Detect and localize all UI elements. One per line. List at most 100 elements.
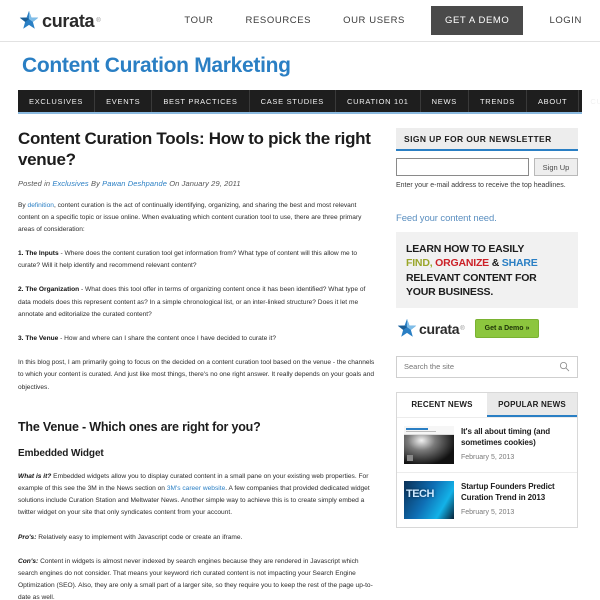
thumbnail-header-strip (404, 425, 454, 435)
newsletter-form: Sign Up (396, 158, 578, 176)
article-point-2: 2. The Organization - What does this too… (18, 284, 376, 321)
newsletter-heading: SIGN UP FOR OUR NEWSLETTER (396, 128, 578, 151)
news-list-item[interactable]: It's all about timing (and sometimes coo… (397, 416, 577, 472)
ad-brand-trademark: ® (460, 325, 465, 332)
ad-word-find: FIND, (406, 257, 433, 270)
topnav-get-a-demo-button[interactable]: GET A DEMO (431, 6, 524, 35)
topnav-login[interactable]: LOGIN (533, 15, 586, 26)
ad-get-a-demo-button[interactable]: Get a Demo » (474, 319, 540, 339)
mainnav-exclusives[interactable]: EXCLUSIVES (18, 90, 96, 112)
content-wrapper: Content Curation Tools: How to pick the … (0, 128, 600, 600)
brand-trademark: ® (96, 17, 101, 24)
intro-text-rest: , content curation is the act of continu… (18, 201, 362, 233)
search-icon[interactable] (559, 361, 570, 372)
news-tabs: RECENT NEWS POPULAR NEWS (397, 392, 577, 417)
pros-paragraph: Pro's: Relatively easy to implement with… (18, 532, 376, 544)
article-paragraph-4: In this blog post, I am primarily going … (18, 359, 375, 391)
main-navigation: EXCLUSIVES EVENTS BEST PRACTICES CASE ST… (18, 90, 600, 112)
ad-brand-name: curata (419, 320, 460, 337)
widget-description-paragraph: What is it? Embedded widgets allow you t… (18, 471, 376, 520)
article-sub-heading: Embedded Widget (18, 447, 104, 459)
article-title: Content Curation Tools: How to pick the … (18, 129, 371, 170)
article-section-heading: The Venue - Which ones are right for you… (18, 419, 261, 434)
ad-line-4: YOUR BUSINESS. (406, 285, 494, 298)
sidebar-column: SIGN UP FOR OUR NEWSLETTER Sign Up Enter… (396, 128, 578, 600)
pros-body: Relatively easy to implement with Javasc… (36, 533, 243, 541)
point-2-heading: 2. The Organization (18, 286, 80, 294)
point-1-heading: 1. The Inputs (18, 250, 59, 258)
curata-logo[interactable]: curata ® (18, 10, 101, 32)
news-item-title[interactable]: Startup Founders Predict Curation Trend … (461, 481, 570, 504)
mainnav-best-practices[interactable]: BEST PRACTICES (152, 90, 250, 112)
thumbnail-overlay-word: TECH (406, 487, 434, 500)
thumbnail-badge (407, 454, 413, 461)
newsletter-widget: SIGN UP FOR OUR NEWSLETTER Sign Up Enter… (396, 128, 578, 191)
news-item-text: Startup Founders Predict Curation Trend … (461, 481, 570, 519)
mainnav-case-studies[interactable]: CASE STUDIES (250, 90, 337, 112)
ad-word-organize: ORGANIZE (435, 257, 489, 270)
cons-label: Con's: (18, 557, 39, 565)
ad-word-share: SHARE (501, 257, 538, 270)
top-header-bar: curata ® TOUR RESOURCES OUR USERS GET A … (0, 0, 600, 42)
site-title[interactable]: Content Curation Marketing (22, 54, 291, 78)
curata-ad-banner[interactable]: LEARN HOW TO EASILY FIND, ORGANIZE & SHA… (396, 232, 578, 308)
news-item-date: February 5, 2013 (461, 454, 515, 462)
article-meta: Posted in Exclusives By Pawan Deshpande … (18, 179, 376, 188)
mainnav-about[interactable]: ABOUT (527, 90, 580, 112)
mainnav-trends[interactable]: TRENDS (469, 90, 527, 112)
news-list-item[interactable]: TECH Startup Founders Predict Curation T… (397, 471, 577, 527)
feed-tagline: Feed your content need. (396, 213, 497, 225)
mainnav-curation-101[interactable]: CURATION 101 (336, 90, 421, 112)
site-title-band: Content Curation Marketing (0, 42, 600, 90)
ad-footer: curata ® Get a Demo » (396, 318, 578, 340)
ad-headline: LEARN HOW TO EASILY FIND, ORGANIZE & SHA… (406, 242, 568, 299)
tab-recent-news[interactable]: RECENT NEWS (397, 392, 487, 417)
news-widget: RECENT NEWS POPULAR NEWS It's all about … (396, 391, 578, 528)
search-input[interactable] (404, 362, 559, 372)
ad-star-logo-icon (397, 318, 417, 337)
news-item-text: It's all about timing (and sometimes coo… (461, 426, 570, 464)
brand-name: curata (42, 10, 95, 31)
cons-paragraph: Con's: Content in widgets is almost neve… (18, 556, 376, 600)
widget-question-label: What is it? (18, 472, 52, 480)
star-logo-icon (19, 10, 39, 29)
topnav-our-users[interactable]: OUR USERS (327, 15, 421, 26)
news-item-date: February 5, 2013 (461, 509, 515, 517)
newsletter-email-input[interactable] (396, 158, 529, 176)
meta-by-label: By (90, 178, 100, 188)
article-point-3: 3. The Venue - How and where can I share… (18, 333, 376, 345)
cons-body: Content in widgets is almost never index… (18, 557, 373, 600)
mainnav-events[interactable]: EVENTS (95, 90, 153, 112)
mainnav-news[interactable]: NEWS (421, 90, 469, 112)
meta-date: January 29, 2011 (181, 178, 241, 188)
3m-career-website-link[interactable]: 3M's career website (167, 485, 225, 492)
ad-curata-logo: curata ® (396, 318, 465, 340)
ad-word-ampersand: & (491, 257, 500, 270)
tab-popular-news[interactable]: POPULAR NEWS (487, 392, 577, 417)
intro-text-start: By (18, 201, 26, 209)
newsletter-note: Enter your e-mail address to receive the… (396, 182, 566, 189)
point-3-body: - How and where can I share the content … (58, 335, 277, 342)
pros-label: Pro's: (18, 533, 37, 541)
nav-accent-rule (18, 112, 582, 114)
top-navigation: TOUR RESOURCES OUR USERS GET A DEMO LOGI… (168, 6, 586, 35)
article-intro-paragraph: By definition, content curation is the a… (18, 200, 376, 237)
news-item-title[interactable]: It's all about timing (and sometimes coo… (461, 426, 570, 449)
mainnav-curata[interactable]: CURATA (579, 90, 600, 112)
article-column: Content Curation Tools: How to pick the … (18, 128, 390, 600)
meta-posted-in-label: Posted in (18, 178, 51, 188)
definition-link[interactable]: definition (28, 202, 54, 209)
meta-author-link[interactable]: Pawan Deshpande (102, 179, 167, 188)
ad-line-3: RELEVANT CONTENT FOR (406, 271, 537, 284)
ad-line-1: LEARN HOW TO EASILY (406, 243, 525, 256)
meta-on-label: On (169, 178, 180, 188)
newsletter-signup-button[interactable]: Sign Up (534, 158, 578, 176)
point-3-heading: 3. The Venue (18, 335, 59, 342)
news-thumbnail (404, 425, 454, 464)
meta-category-link[interactable]: Exclusives (52, 179, 88, 188)
topnav-resources[interactable]: RESOURCES (230, 15, 328, 26)
article-point-1: 1. The Inputs - Where does the content c… (18, 248, 376, 272)
topnav-tour[interactable]: TOUR (168, 15, 229, 26)
news-thumbnail: TECH (404, 480, 454, 519)
site-search[interactable] (396, 355, 578, 378)
